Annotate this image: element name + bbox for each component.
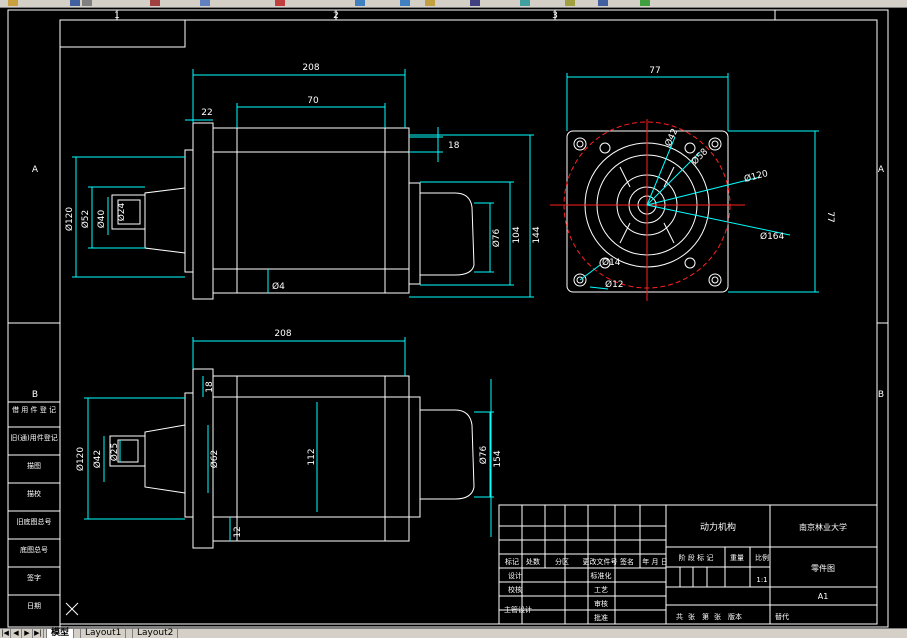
- undo-icon[interactable]: [355, 0, 365, 6]
- dim-front-144: 144: [532, 226, 542, 243]
- dim-end-d12: Ø12: [605, 279, 624, 290]
- tb-stage-header: 阶 段 标 记: [679, 553, 714, 562]
- dim-end-77-width: 77: [649, 66, 660, 76]
- dim-bottom-d62: Ø62: [209, 450, 220, 469]
- tb-role-1: 设计: [508, 571, 522, 580]
- dim-front-22: 22: [201, 108, 212, 118]
- zoom-icon[interactable]: [470, 0, 480, 6]
- layers-icon[interactable]: [565, 0, 575, 6]
- left-table-row-4: 描校: [27, 489, 41, 498]
- tb-header-4: 更改文件号: [583, 557, 618, 566]
- title-sheet-size: A1: [818, 592, 829, 601]
- dim-bottom-d76: Ø76: [478, 445, 489, 464]
- dim-bottom-154: 154: [493, 450, 503, 467]
- dim-front-d40: Ø40: [96, 209, 107, 228]
- pan-icon[interactable]: [425, 0, 435, 6]
- dim-bottom-112: 112: [307, 448, 317, 465]
- dim-front-208: 208: [302, 63, 319, 73]
- print-icon[interactable]: [82, 0, 92, 6]
- dim-front-d52: Ø52: [80, 210, 91, 229]
- save-icon[interactable]: [70, 0, 80, 6]
- tb-role-3: 主管设计: [504, 605, 532, 614]
- properties-icon[interactable]: [520, 0, 530, 6]
- left-table-row-2: 旧(通)用件登记: [10, 433, 57, 442]
- title-school: 南京林业大学: [799, 522, 847, 532]
- tb-role-5: 工艺: [594, 586, 608, 594]
- zone-row-a-left: A: [32, 165, 39, 175]
- dim-end-d164: Ø164: [760, 231, 785, 242]
- copy-icon[interactable]: [200, 0, 210, 6]
- dim-front-70: 70: [307, 96, 319, 106]
- dim-front-104: 104: [512, 226, 522, 243]
- tb-header-6: 年 月 日: [642, 557, 667, 566]
- dim-bottom-18: 18: [205, 381, 215, 393]
- title-drawing-type: 零件图: [811, 563, 835, 573]
- dim-bottom-d42: Ø42: [92, 450, 103, 469]
- dim-front-d4: Ø4: [272, 281, 285, 292]
- dim-end-d120: Ø120: [743, 168, 770, 185]
- left-table-row-7: 签字: [27, 573, 41, 582]
- tb-header-2: 处数: [526, 557, 540, 566]
- open-icon[interactable]: [8, 0, 18, 6]
- dim-end-d42: Ø42: [663, 127, 681, 148]
- left-table-row-5: 旧底图总号: [17, 517, 52, 526]
- zone-row-b-left: B: [32, 390, 38, 400]
- tb-footer-3: 第: [702, 612, 709, 621]
- zone-row-b-right: B: [878, 390, 884, 400]
- dim-end-d14: Ø14: [602, 257, 621, 268]
- dim-bottom-d120: Ø120: [75, 447, 86, 472]
- left-table-row-1: 借 用 件 登 记: [12, 405, 56, 414]
- drawing-canvas[interactable]: 1 2 3 A B A B 208 22 70 18 Ø120 Ø52 Ø40 …: [0, 7, 907, 628]
- tb-role-7: 批准: [594, 613, 608, 622]
- bottom-view: [109, 368, 475, 549]
- tb-role-6: 审核: [594, 599, 608, 608]
- tb-footer-4: 张: [714, 612, 721, 621]
- calculator-icon[interactable]: [598, 0, 608, 6]
- zone-col-2: 2: [333, 11, 339, 21]
- front-view: [111, 122, 475, 300]
- tb-footer-1: 共: [676, 612, 683, 621]
- cut-icon[interactable]: [150, 0, 160, 6]
- tb-footer-6: 替代: [775, 612, 789, 621]
- zone-row-a-right: A: [878, 165, 885, 175]
- left-table-row-8: 日期: [27, 602, 41, 610]
- left-table-row-6: 底图总号: [20, 545, 48, 554]
- title-part-name: 动力机构: [700, 521, 736, 533]
- tb-header-5: 签名: [620, 557, 634, 566]
- help-icon[interactable]: [640, 0, 650, 6]
- dim-bottom-d25: Ø25: [109, 443, 120, 462]
- tb-header-1: 标记: [505, 557, 519, 566]
- tb-footer-5: 版本: [728, 612, 742, 621]
- tb-scale-header: 比例: [755, 553, 769, 562]
- drawing-frame: [7, 9, 889, 628]
- title-scale: 1:1: [756, 576, 767, 584]
- dim-front-d76: Ø76: [491, 228, 502, 247]
- redo-icon[interactable]: [400, 0, 410, 6]
- tb-role-4: 标准化: [591, 571, 612, 580]
- tb-weight-header: 重量: [730, 554, 744, 562]
- dim-front-d120: Ø120: [64, 207, 75, 232]
- tb-header-3: 分区: [555, 557, 569, 566]
- dim-front-18: 18: [448, 141, 460, 151]
- zone-col-3: 3: [552, 11, 558, 21]
- ucs-icon: [65, 602, 79, 616]
- dim-bottom-208: 208: [274, 329, 291, 339]
- left-table-row-3: 描图: [27, 461, 41, 470]
- dim-end-77-height: 77: [825, 211, 835, 222]
- tb-footer-2: 张: [688, 612, 695, 621]
- dim-front-d24: Ø24: [116, 202, 127, 221]
- front-view-dims: [72, 69, 534, 298]
- paste-icon[interactable]: [275, 0, 285, 6]
- dim-bottom-12: 12: [233, 526, 243, 537]
- tb-role-2: 校核: [508, 585, 522, 594]
- cad-drawing: 1 2 3 A B A B 208 22 70 18 Ø120 Ø52 Ø40 …: [7, 9, 889, 628]
- dim-end-d58: Ø58: [689, 146, 710, 167]
- zone-col-1: 1: [114, 11, 120, 21]
